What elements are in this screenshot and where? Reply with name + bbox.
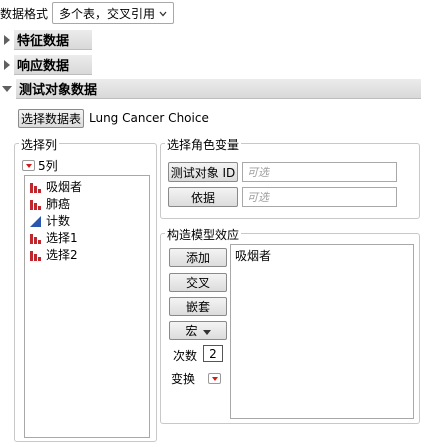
disclosure-expanded-icon[interactable] (2, 85, 12, 92)
by-button[interactable]: 依据 (168, 187, 238, 207)
disclosure-collapsed-icon[interactable] (4, 59, 10, 70)
responses-section[interactable]: 响应数据 (4, 54, 421, 75)
by-field[interactable]: 可选 (242, 187, 397, 207)
column-count-row: 5列 (22, 157, 58, 174)
list-item[interactable]: 计数 (25, 212, 149, 229)
table-name: Lung Cancer Choice (89, 111, 209, 125)
list-item[interactable]: 吸烟者 (231, 247, 413, 264)
list-item[interactable]: 肺癌 (25, 195, 149, 212)
list-item[interactable]: 吸烟者 (25, 178, 149, 195)
data-format-dropdown[interactable]: 多个表，交叉引用 (52, 2, 174, 24)
nominal-bar-icon (30, 233, 41, 244)
column-count: 5列 (38, 159, 58, 173)
degree-input[interactable]: 2 (203, 345, 223, 362)
features-title: 特征数据 (14, 29, 92, 50)
add-button[interactable]: 添加 (169, 248, 227, 267)
cast-roles-group: 选择角色变量 测试对象 ID 可选 依据 可选 (160, 136, 420, 219)
subject-id-field[interactable]: 可选 (242, 162, 397, 182)
macros-label: 宏 (185, 324, 198, 338)
test-subject-section[interactable]: 测试对象数据 (2, 78, 421, 99)
macros-button[interactable]: 宏 (169, 321, 227, 340)
select-columns-title: 选择列 (19, 136, 60, 153)
test-subject-title: 测试对象数据 (16, 78, 421, 99)
transform-label: 变换 (171, 372, 196, 386)
nest-button[interactable]: 嵌套 (169, 297, 227, 316)
model-effects-group: 构造模型效应 添加 交叉 嵌套 宏 次数 2 变换 吸烟者 (160, 226, 420, 424)
caret-down-icon (202, 324, 211, 338)
nominal-bar-icon (30, 182, 41, 193)
continuous-triangle-icon (30, 215, 41, 227)
model-effects-list[interactable]: 吸烟者 (230, 244, 414, 419)
data-format-label: 数据格式 (0, 7, 49, 21)
features-section[interactable]: 特征数据 (4, 29, 421, 50)
nominal-bar-icon (30, 250, 41, 261)
cross-button[interactable]: 交叉 (169, 273, 227, 292)
list-item[interactable]: 选择2 (25, 246, 149, 263)
select-columns-group: 选择列 5列 吸烟者 肺癌 计数 选择1 选择2 (14, 136, 157, 442)
red-triangle-menu-icon[interactable] (22, 160, 35, 171)
select-data-table-button[interactable]: 选择数据表 (18, 109, 84, 128)
list-item[interactable]: 选择1 (25, 229, 149, 246)
transform-red-triangle-icon[interactable] (208, 373, 221, 384)
data-format-value: 多个表，交叉引用 (59, 6, 156, 21)
column-list[interactable]: 吸烟者 肺癌 计数 选择1 选择2 (24, 175, 150, 438)
model-effects-title: 构造模型效应 (165, 226, 242, 243)
chevron-down-icon (159, 6, 167, 20)
degree-label: 次数 (173, 349, 198, 363)
cast-roles-title: 选择角色变量 (165, 136, 242, 153)
disclosure-collapsed-icon[interactable] (4, 34, 10, 45)
subject-id-button[interactable]: 测试对象 ID (168, 162, 238, 182)
responses-title: 响应数据 (14, 54, 92, 75)
nominal-bar-icon (30, 199, 41, 210)
